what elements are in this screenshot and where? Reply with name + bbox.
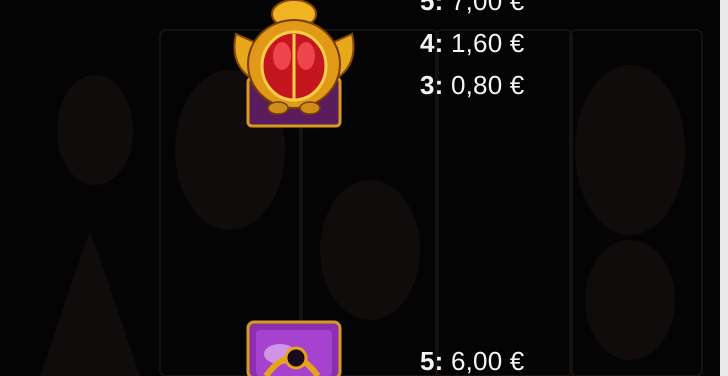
pay-row-3-top: 3: 0,80 € xyxy=(420,70,524,100)
golden-scarab-icon xyxy=(233,0,355,128)
pay-count: 4: xyxy=(420,28,444,58)
paytable-screen: 5: 7,00 € 4: 1,60 € 3: 0,80 € 5: 6,00 € xyxy=(0,0,728,376)
pay-amount: 0,80 € xyxy=(450,70,525,100)
reel-backdrop xyxy=(40,29,703,376)
pay-amount: 6,00 € xyxy=(450,346,525,376)
pay-row-4-top: 4: 1,60 € xyxy=(420,28,524,58)
pay-count: 3: xyxy=(420,70,444,100)
pay-amount: 1,60 € xyxy=(450,28,525,58)
pay-count: 5: xyxy=(420,346,444,376)
pay-row-5-top: 5: 7,00 € xyxy=(420,0,524,16)
window-edge xyxy=(720,0,728,376)
pay-row-5-bottom: 5: 6,00 € xyxy=(420,346,524,376)
pay-count: 5: xyxy=(420,0,444,16)
pay-amount: 7,00 € xyxy=(450,0,525,16)
purple-gem-icon xyxy=(246,320,342,376)
